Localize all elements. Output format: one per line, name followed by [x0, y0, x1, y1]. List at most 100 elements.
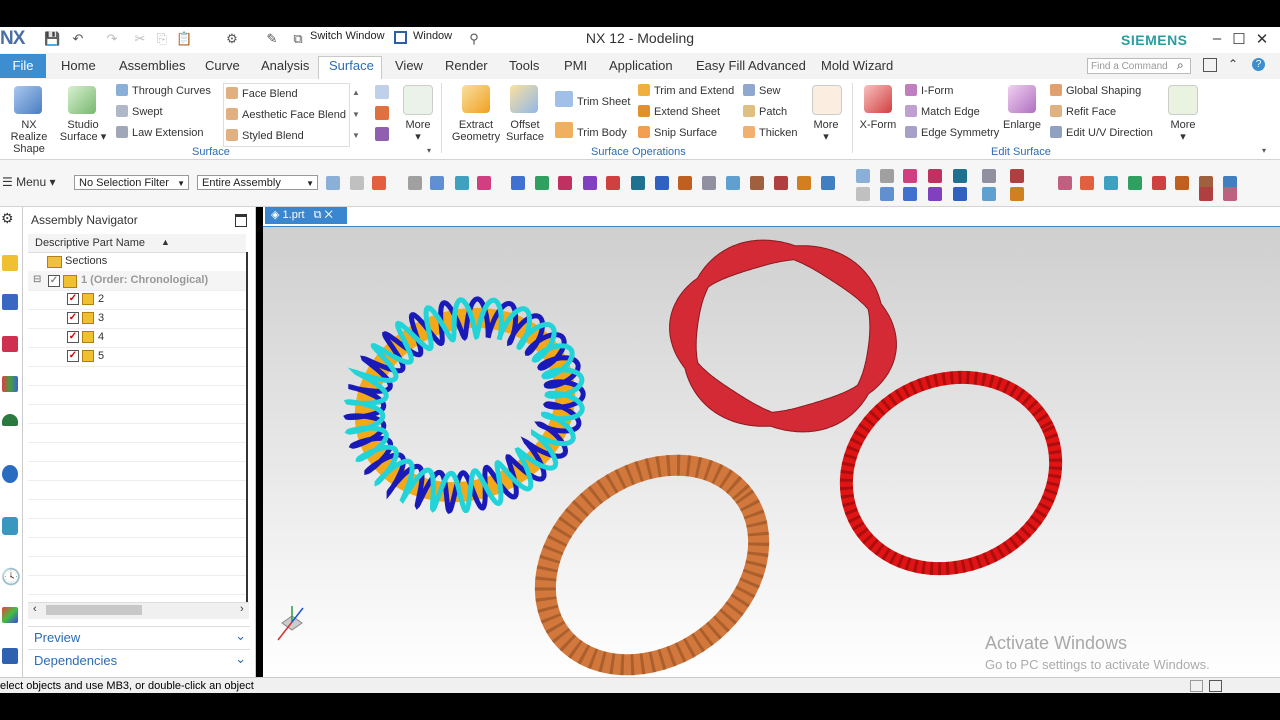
toolbar-tool-icon[interactable]	[821, 176, 835, 190]
tab-easy-fill-advanced[interactable]: Easy Fill Advanced	[696, 58, 806, 73]
tab-mold-wizard[interactable]: Mold Wizard	[821, 58, 893, 73]
enlarge-icon[interactable]	[1008, 85, 1036, 113]
edge-symmetry-button[interactable]: Edge Symmetry	[905, 126, 999, 139]
enlarge-button[interactable]: Enlarge	[998, 119, 1046, 131]
maximize-panel-icon[interactable]	[235, 214, 247, 227]
mobius-band-model[interactable]	[669, 239, 897, 433]
tab-view[interactable]: View	[395, 58, 423, 73]
toolbar-tool-icon[interactable]	[1223, 187, 1237, 201]
window-restore-icon[interactable]: ⧉	[314, 209, 322, 221]
toolbar-tool-icon[interactable]	[953, 187, 967, 201]
trim-and-extend-button[interactable]: Trim and Extend	[638, 84, 734, 97]
save-icon[interactable]: 💾	[44, 31, 60, 47]
touch-mode-icon[interactable]: ✎	[264, 31, 280, 47]
group-menu-icon[interactable]: ▾	[427, 146, 431, 155]
toolbar-tool-icon[interactable]	[797, 176, 811, 190]
scroll-left-icon[interactable]: ‹	[33, 603, 37, 615]
coil-torus-model[interactable]	[340, 290, 590, 520]
tab-surface[interactable]: Surface	[329, 58, 374, 73]
toolbar-tool-icon[interactable]	[1104, 176, 1118, 190]
maximize-button[interactable]: ☐	[1229, 30, 1249, 48]
collapse-ribbon-icon[interactable]: ⌃	[1228, 57, 1238, 71]
toolbar-tool-icon[interactable]	[1128, 176, 1142, 190]
toolbar-tool-icon[interactable]	[408, 176, 422, 190]
swept-button[interactable]: Swept	[116, 105, 163, 118]
paste-icon[interactable]: 📋	[176, 31, 192, 47]
toolbar-tool-icon[interactable]	[1080, 176, 1094, 190]
system-materials-icon[interactable]	[2, 607, 18, 623]
scrollbar-thumb[interactable]	[46, 605, 142, 615]
toolbar-tool-icon[interactable]	[511, 176, 525, 190]
toolbar-tool-icon[interactable]	[678, 176, 692, 190]
global-shaping-button[interactable]: Global Shaping	[1050, 84, 1141, 97]
vertical-scrollbar[interactable]	[246, 252, 248, 602]
studio-surface-icon[interactable]	[68, 86, 96, 114]
assembly-navigator-icon[interactable]	[2, 255, 18, 271]
toolbar-tool-icon[interactable]	[631, 176, 645, 190]
more-surface-icon[interactable]	[403, 85, 433, 115]
toolbar-tool-icon[interactable]	[856, 187, 870, 201]
gallery-down-icon[interactable]: ▼	[352, 110, 360, 119]
model-scene[interactable]	[263, 226, 1280, 677]
menu-button[interactable]: ☰ Menu ▾	[2, 175, 56, 189]
close-button[interactable]: ✕	[1252, 30, 1272, 48]
nx-realize-shape-icon[interactable]	[14, 86, 42, 114]
through-curves-button[interactable]: Through Curves	[116, 84, 211, 97]
snip-surface-button[interactable]: Snip Surface	[638, 126, 717, 139]
toolbar-tool-icon[interactable]	[1175, 176, 1189, 190]
trim-body-button[interactable]: Trim Body	[555, 122, 627, 139]
minimize-button[interactable]: –	[1207, 30, 1227, 47]
toolbar-tool-icon[interactable]	[477, 176, 491, 190]
copy-icon[interactable]: ⎘	[154, 31, 170, 47]
more-edit-icon[interactable]	[1168, 85, 1198, 115]
toolbar-tool-icon[interactable]	[558, 176, 572, 190]
iform-button[interactable]: I-Form	[905, 84, 953, 97]
toolbar-tool-icon[interactable]	[774, 176, 788, 190]
toolbar-tool-icon[interactable]	[928, 169, 942, 183]
offset-surface-button[interactable]: Offset Surface	[499, 119, 551, 143]
surface-tool-icon[interactable]	[375, 85, 389, 99]
toolbar-tool-icon[interactable]	[535, 176, 549, 190]
find-command-input[interactable]: Find a Command	[1087, 58, 1191, 74]
trim-sheet-button[interactable]: Trim Sheet	[555, 91, 630, 108]
gallery-up-icon[interactable]: ▲	[352, 88, 360, 97]
ribbon-options-icon[interactable]	[1203, 58, 1217, 72]
toolbar-tool-icon[interactable]	[1199, 187, 1213, 201]
tab-part-file[interactable]: ◈ 1.prt ⧉ ✕	[265, 207, 347, 224]
toolbar-tool-icon[interactable]	[880, 187, 894, 201]
nx-realize-shape-button[interactable]: NX Realize Shape	[2, 119, 56, 155]
aesthetic-face-blend-button[interactable]: Aesthetic Face Blend	[226, 108, 346, 121]
repeat-command-icon[interactable]: ⚙	[224, 31, 240, 47]
toolbar-tool-icon[interactable]	[982, 169, 996, 183]
reuse-library-icon[interactable]	[2, 376, 18, 392]
more-surface-button[interactable]: More ▾	[398, 119, 438, 143]
xform-button[interactable]: X-Form	[855, 119, 901, 131]
toolbar-tool-icon[interactable]	[326, 176, 340, 190]
red-rope-ring-model[interactable]	[815, 343, 1088, 602]
toolbar-tool-icon[interactable]	[702, 176, 716, 190]
tab-curve[interactable]: Curve	[205, 58, 240, 73]
xform-icon[interactable]	[864, 85, 892, 113]
toolbar-tool-icon[interactable]	[928, 187, 942, 201]
toolbar-tool-icon[interactable]	[1058, 176, 1072, 190]
preview-section[interactable]: Preview ⌄	[28, 626, 250, 647]
patch-button[interactable]: Patch	[743, 105, 787, 118]
toolbar-tool-icon[interactable]	[903, 187, 917, 201]
checkbox[interactable]: ✓	[67, 331, 79, 343]
full-screen-icon[interactable]	[1209, 680, 1222, 692]
toolbar-tool-icon[interactable]	[430, 176, 444, 190]
toolbar-tool-icon[interactable]	[655, 176, 669, 190]
redo-icon[interactable]: ↷	[104, 31, 120, 47]
tab-tools[interactable]: Tools	[509, 58, 539, 73]
switch-window-icon[interactable]: ⧉	[290, 31, 306, 47]
toolbar-tool-icon[interactable]	[726, 176, 740, 190]
gear-icon[interactable]: ⚙	[1, 210, 14, 227]
dependencies-section[interactable]: Dependencies ⌄	[28, 649, 250, 670]
toolbar-tool-icon[interactable]	[903, 169, 917, 183]
view-manager-icon[interactable]	[2, 414, 18, 426]
surface-tool-icon[interactable]	[375, 106, 389, 120]
close-tab-icon[interactable]: ✕	[325, 209, 333, 221]
extend-sheet-button[interactable]: Extend Sheet	[638, 105, 720, 118]
scroll-right-icon[interactable]: ›	[240, 603, 244, 615]
tab-render[interactable]: Render	[445, 58, 488, 73]
